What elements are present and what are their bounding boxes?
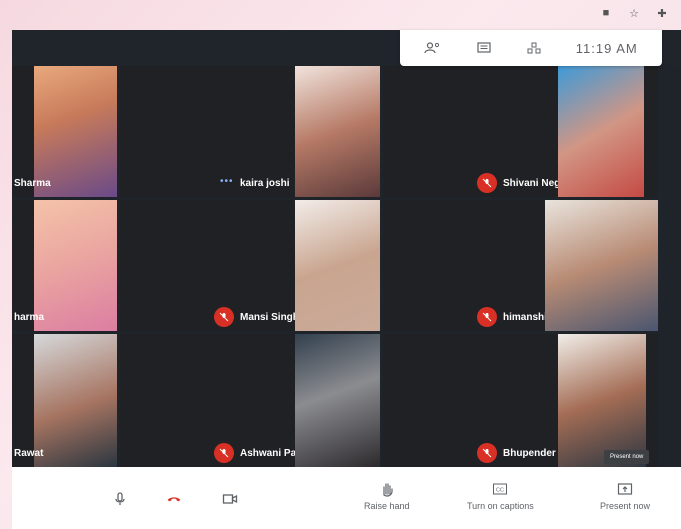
svg-text:CC: CC (496, 488, 504, 494)
mic-off-icon (214, 307, 234, 327)
people-icon[interactable] (424, 41, 442, 55)
hand-icon (383, 483, 393, 497)
captions-label: Turn on captions (467, 501, 534, 511)
video-feed (558, 334, 646, 467)
participant-tile[interactable] (295, 200, 380, 331)
camera-toggle-icon (222, 494, 238, 504)
present-now-tooltip: Present now (604, 450, 650, 464)
video-feed (295, 334, 380, 467)
raise-hand-label: Raise hand (364, 501, 410, 511)
star-icon[interactable]: ☆ (627, 7, 641, 20)
clock: 11:19 AM (575, 40, 638, 56)
microphone-button[interactable] (112, 491, 128, 507)
participant-tile[interactable]: Bhupender Kanojia 3 (383, 334, 558, 467)
participant-tile[interactable]: Rawat (12, 334, 117, 467)
raise-hand-button[interactable]: Raise hand (364, 481, 410, 511)
participant-tile[interactable] (558, 334, 658, 467)
participant-tile[interactable]: Sharma (12, 66, 117, 197)
speaking-indicator-icon: ••• (220, 176, 234, 187)
microphone-icon (115, 492, 125, 505)
hang-up-icon (167, 497, 181, 502)
mic-off-icon (214, 443, 234, 463)
browser-icons: ■ ☆ ✚ (599, 7, 669, 20)
video-feed (295, 66, 380, 197)
participant-name: Bhupender Kanojia 3 (503, 448, 558, 459)
captions-button[interactable]: CC Turn on captions (467, 481, 534, 511)
participant-name: Mansi Singh (240, 312, 295, 323)
meeting-window: Sharma ••• kaira joshi Shivani Negi harm… (12, 30, 681, 467)
chat-icon[interactable] (475, 41, 493, 55)
participant-tile[interactable]: harma (12, 200, 117, 331)
video-feed (558, 66, 644, 197)
present-icon (617, 483, 633, 495)
captions-icon: CC (493, 483, 508, 495)
video-feed (34, 200, 117, 331)
video-feed (295, 200, 380, 331)
participant-tile[interactable]: Ashwani Panchal (120, 334, 295, 467)
bottom-control-bar: Raise hand CC Turn on captions Present n… (12, 467, 681, 529)
participant-name: Sharma (14, 178, 51, 189)
participant-tile[interactable]: ••• kaira joshi (120, 66, 295, 197)
participant-tile[interactable]: himanshi lakwal (383, 200, 558, 331)
browser-strip: ■ ☆ ✚ (0, 0, 681, 30)
mic-off-icon (477, 173, 497, 193)
video-feed (545, 200, 658, 331)
camera-icon[interactable]: ■ (599, 7, 613, 20)
participant-name: harma (14, 312, 45, 323)
participant-tile[interactable] (545, 200, 658, 331)
mic-off-icon (477, 443, 497, 463)
participant-tile[interactable]: Mansi Singh (120, 200, 295, 331)
participant-name: Ashwani Panchal (240, 448, 295, 459)
participant-tile[interactable] (295, 66, 380, 197)
participant-tile[interactable] (295, 334, 380, 467)
hang-up-button[interactable] (166, 491, 182, 507)
activities-icon[interactable] (525, 41, 543, 55)
participant-name: Rawat (14, 448, 44, 459)
participant-tile[interactable]: Shivani Negi (383, 66, 558, 197)
camera-button[interactable] (222, 491, 238, 507)
participant-tile[interactable] (558, 66, 658, 197)
participant-name: Shivani Negi (503, 178, 558, 189)
video-feed (34, 334, 117, 467)
participant-name: kaira joshi (240, 178, 290, 189)
present-now-button[interactable]: Present now (600, 481, 650, 511)
puzzle-icon[interactable]: ✚ (655, 7, 669, 20)
mic-off-icon (477, 307, 497, 327)
present-now-label: Present now (600, 501, 651, 511)
meeting-toolbar: 11:19 AM (400, 30, 662, 66)
